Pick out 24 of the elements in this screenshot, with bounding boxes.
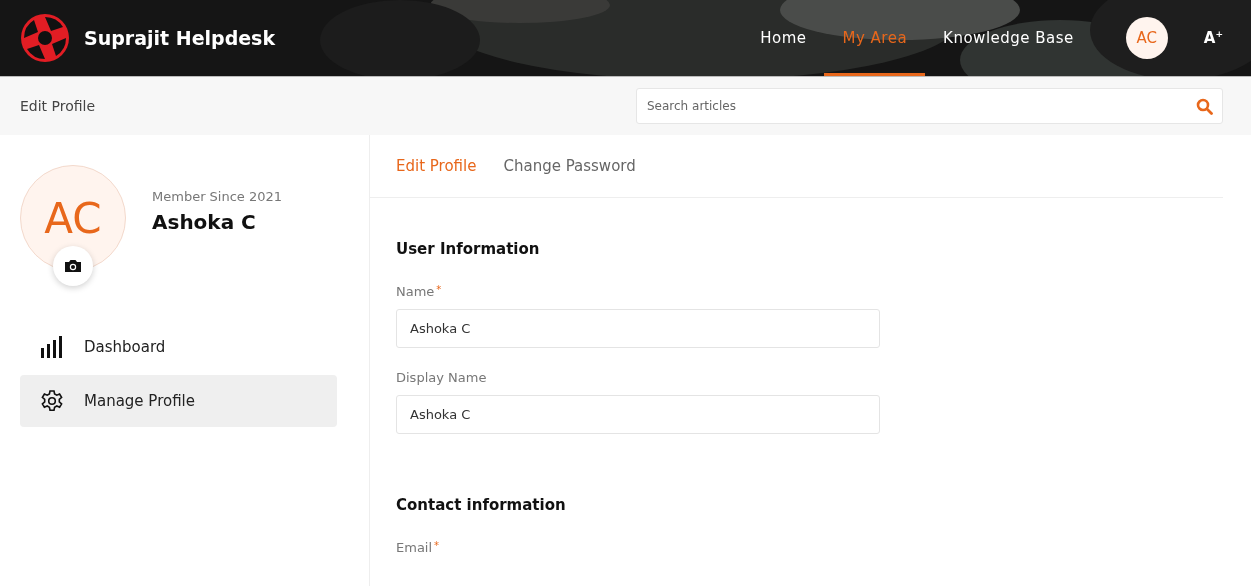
brand-name: Suprajit Helpdesk <box>84 27 276 49</box>
font-size-button[interactable]: A$^{+}$ <box>1203 29 1223 47</box>
nav-link[interactable]: Knowledge Base <box>925 0 1092 76</box>
member-since: Member Since 2021 <box>152 189 283 204</box>
field-label: Display Name <box>396 370 488 385</box>
search-icon[interactable] <box>1196 98 1213 115</box>
tab[interactable]: Change Password <box>503 157 636 175</box>
camera-icon <box>64 259 82 273</box>
profile-name: Ashoka C <box>152 210 257 234</box>
field-label: Name* <box>396 284 443 299</box>
section-title: User Information <box>396 240 541 258</box>
input-field[interactable]: Ashoka C <box>396 395 880 434</box>
sidebar-item[interactable]: Manage Profile <box>20 375 337 427</box>
breadcrumb: Edit Profile <box>20 98 97 114</box>
search-field[interactable]: Search articles <box>636 88 1223 124</box>
camera-button[interactable] <box>53 246 93 286</box>
input-field[interactable]: Ashoka C <box>396 309 880 348</box>
field-label: Email* <box>396 540 441 555</box>
logo-icon <box>20 13 70 63</box>
sidebar-item[interactable]: Dashboard <box>20 321 337 373</box>
gear-icon <box>40 389 64 413</box>
section-title: Contact information <box>396 496 567 514</box>
bar-chart-icon <box>40 336 64 358</box>
nav-link[interactable]: Home <box>742 0 825 76</box>
